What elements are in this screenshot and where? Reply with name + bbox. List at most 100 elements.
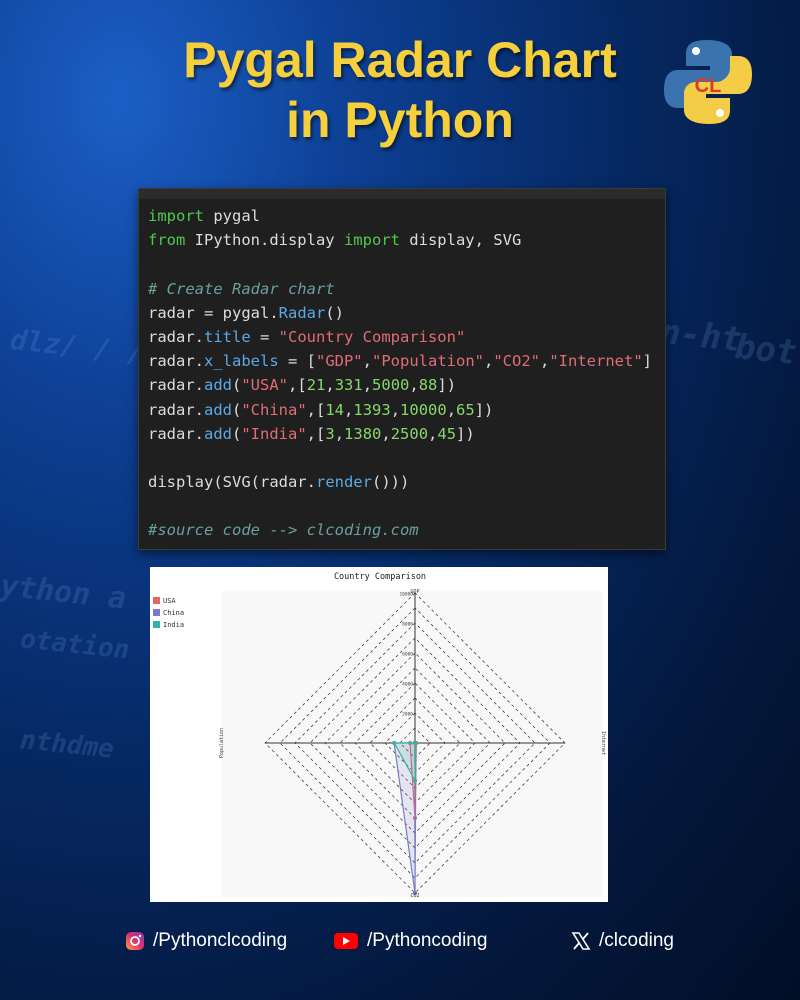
code-token: x_labels (204, 352, 279, 371)
social-x[interactable]: /clcoding (571, 930, 674, 952)
code-token: = (250, 327, 279, 346)
social-instagram[interactable]: /Pythonclcoding (125, 930, 287, 952)
legend-swatch (153, 621, 160, 628)
code-token: , (390, 400, 401, 419)
code-line: radar.add("India",[3,1380,2500,45]) (148, 422, 665, 446)
code-line: radar.add("USA",[21,331,5000,88]) (148, 373, 665, 397)
code-token: 21 (306, 376, 326, 395)
code-token: IPython.display (185, 231, 344, 250)
x-icon (571, 932, 591, 950)
background-code-text: nthdme (18, 725, 116, 765)
code-token: radar. (148, 424, 204, 443)
code-token: from (148, 231, 186, 250)
code-token: = [ (278, 352, 316, 371)
code-token: Radar (278, 303, 326, 322)
code-line: import pygal (148, 204, 665, 228)
code-token: #source code --> clcoding.com (148, 521, 419, 540)
code-token: 331 (334, 376, 363, 395)
code-token: radar = pygal. (148, 303, 279, 322)
code-panel-topbar (139, 189, 665, 199)
youtube-icon (334, 933, 358, 949)
code-token: add (204, 400, 232, 419)
background-code-text: bot (733, 326, 799, 374)
code-token: radar. (148, 352, 204, 371)
social-label: /Pythoncoding (367, 930, 488, 951)
code-token: import (148, 207, 204, 225)
code-token: , (362, 376, 373, 395)
code-body: import pygal from IPython.display import … (148, 204, 665, 543)
code-token: , (344, 400, 354, 419)
code-token: ,[ (306, 424, 326, 443)
code-token: render (315, 473, 372, 492)
axis-label: CO2 (410, 893, 419, 899)
code-token: ,[ (288, 376, 307, 395)
code-token: "Country Comparison" (278, 327, 466, 346)
code-token: ]) (456, 424, 475, 443)
code-token: "CO2" (493, 352, 540, 371)
axis-label: Population (219, 728, 225, 758)
code-token: , (446, 400, 457, 419)
code-token: , (325, 376, 335, 395)
axis-label: GDP (410, 589, 419, 595)
code-token: 3 (325, 424, 335, 443)
python-logo-icon: CL (664, 40, 752, 124)
code-token: () (325, 303, 344, 322)
radial-tick-label: 2000 (402, 712, 413, 718)
code-token: "India" (241, 424, 307, 443)
background-code-text: otation (18, 624, 131, 666)
chart-title: Country Comparison (334, 572, 426, 582)
data-point (413, 741, 418, 745)
radar-chart: Country Comparison USA China India 2000 400… (150, 567, 608, 902)
code-token: "Internet" (549, 352, 643, 371)
code-token: ())) (371, 473, 410, 492)
code-line: from IPython.display import display, SVG (148, 228, 665, 252)
legend-swatch (153, 597, 160, 604)
page-title: Pygal Radar Chart in Python (100, 30, 700, 150)
social-youtube[interactable]: /Pythoncoding (333, 930, 487, 952)
social-label: /clcoding (599, 930, 674, 951)
title-line-1: Pygal Radar Chart (183, 32, 617, 88)
social-label: /Pythonclcoding (153, 930, 288, 951)
code-token: 14 (325, 400, 345, 419)
svg-text:CL: CL (695, 75, 722, 97)
radial-tick-label: 8000 (402, 622, 413, 628)
code-token: 2500 (390, 424, 429, 443)
code-token: 65 (456, 400, 475, 419)
code-token: , (334, 424, 345, 443)
code-token: ( (232, 424, 242, 443)
code-token: , (428, 424, 438, 443)
code-line: radar.x_labels = ["GDP","Population","CO… (148, 349, 665, 373)
code-token: display, SVG (399, 231, 522, 250)
code-token: add (204, 376, 232, 395)
code-line: # Create Radar chart (148, 277, 665, 301)
legend-label: India (163, 621, 184, 629)
code-token: "USA" (241, 376, 289, 395)
code-token: 5000 (372, 376, 410, 395)
code-token: ,[ (306, 400, 326, 419)
code-token: pygal (204, 207, 260, 225)
code-token: ]) (474, 400, 494, 419)
legend-swatch (153, 609, 160, 616)
code-token: 10000 (400, 400, 447, 419)
background-code-text: dlz/ / / (8, 323, 147, 370)
code-token: display(SVG(radar. (148, 473, 316, 492)
code-token: 88 (418, 376, 438, 395)
code-token: # Create Radar chart (148, 279, 335, 298)
code-line: radar = pygal.Radar() (148, 301, 665, 325)
code-line: display(SVG(radar.render())) (148, 470, 665, 494)
code-token: ( (232, 400, 242, 419)
code-token: , (362, 352, 372, 371)
code-token: import (343, 231, 400, 250)
code-token: , (540, 352, 550, 371)
code-line: radar.title = "Country Comparison" (148, 325, 665, 349)
code-token: "China" (241, 400, 307, 419)
code-token: , (483, 352, 494, 371)
legend-label: China (163, 609, 184, 617)
title-line-2: in Python (286, 92, 514, 148)
code-token: add (204, 424, 232, 443)
code-line: #source code --> clcoding.com (148, 518, 665, 542)
chart-panel: Country Comparison USA China India 2000 400… (150, 567, 608, 902)
